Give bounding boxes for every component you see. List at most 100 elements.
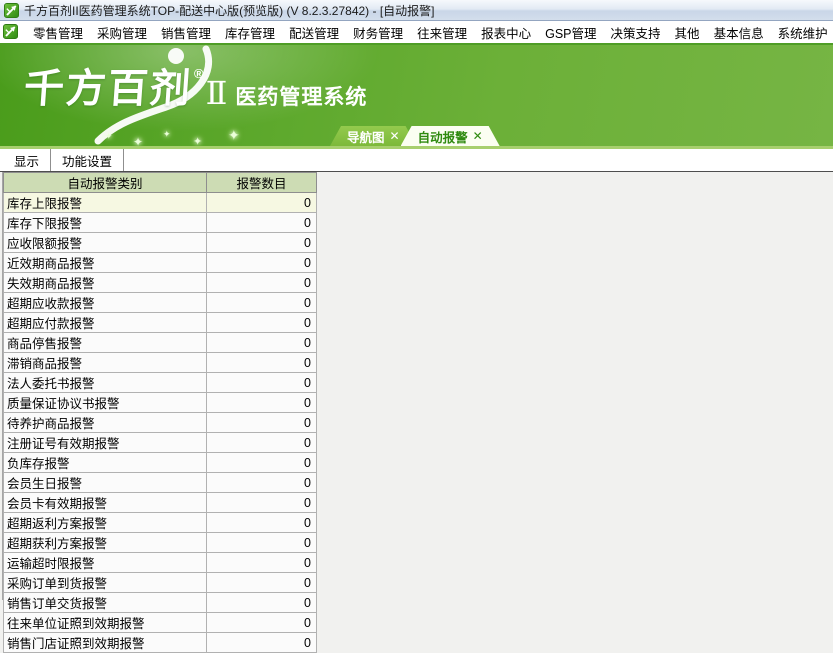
table-row[interactable]: 商品停售报警0 (4, 333, 317, 353)
alarm-count-cell[interactable]: 0 (207, 453, 317, 473)
close-icon[interactable]: ✕ (473, 129, 483, 143)
table-row[interactable]: 超期应收款报警0 (4, 293, 317, 313)
alarm-category-cell[interactable]: 超期应付款报警 (4, 313, 207, 333)
alarm-count-cell[interactable]: 0 (207, 553, 317, 573)
alarm-category-cell[interactable]: 往来单位证照到效期报警 (4, 613, 207, 633)
table-row[interactable]: 销售订单交货报警0 (4, 593, 317, 613)
menu-item-销售管理[interactable]: 销售管理 (154, 21, 218, 44)
menu-item-配送管理[interactable]: 配送管理 (282, 21, 346, 44)
menu-item-报表中心[interactable]: 报表中心 (474, 21, 538, 44)
table-row[interactable]: 法人委托书报警0 (4, 373, 317, 393)
menu-item-采购管理[interactable]: 采购管理 (90, 21, 154, 44)
menu-app-logo-icon[interactable] (3, 24, 20, 41)
app-logo: 千方百剂 ® Ⅱ 医药管理系统 (24, 69, 367, 109)
alarm-count-cell[interactable]: 0 (207, 213, 317, 233)
alarm-count-cell[interactable]: 0 (207, 273, 317, 293)
menu-item-GSP管理[interactable]: GSP管理 (538, 21, 603, 44)
menu-item-库存管理[interactable]: 库存管理 (218, 21, 282, 44)
close-icon[interactable]: ✕ (390, 129, 400, 143)
alarm-count-cell[interactable]: 0 (207, 613, 317, 633)
alarm-count-cell[interactable]: 0 (207, 473, 317, 493)
table-row[interactable]: 会员生日报警0 (4, 473, 317, 493)
table-row[interactable]: 超期应付款报警0 (4, 313, 317, 333)
alarm-category-cell[interactable]: 会员卡有效期报警 (4, 493, 207, 513)
table-row[interactable]: 注册证号有效期报警0 (4, 433, 317, 453)
table-row[interactable]: 待养护商品报警0 (4, 413, 317, 433)
alarm-count-cell[interactable]: 0 (207, 253, 317, 273)
alarm-category-cell[interactable]: 超期应收款报警 (4, 293, 207, 313)
alarm-category-cell[interactable]: 失效期商品报警 (4, 273, 207, 293)
alarm-category-cell[interactable]: 应收限额报警 (4, 233, 207, 253)
alarm-count-cell[interactable]: 0 (207, 233, 317, 253)
alarm-count-cell[interactable]: 0 (207, 373, 317, 393)
table-row[interactable]: 往来单位证照到效期报警0 (4, 613, 317, 633)
alarm-count-cell[interactable]: 0 (207, 513, 317, 533)
alarm-category-cell[interactable]: 超期获利方案报警 (4, 533, 207, 553)
alarm-category-cell[interactable]: 待养护商品报警 (4, 413, 207, 433)
panel-tab-strip: 显示功能设置 (0, 149, 833, 171)
alarm-category-cell[interactable]: 质量保证协议书报警 (4, 393, 207, 413)
column-header-报警数目: 报警数目 (207, 173, 317, 193)
doc-tab-自动报警[interactable]: 自动报警 ✕ (401, 126, 500, 146)
table-row[interactable]: 应收限额报警0 (4, 233, 317, 253)
table-row[interactable]: 负库存报警0 (4, 453, 317, 473)
menu-item-财务管理[interactable]: 财务管理 (346, 21, 410, 44)
table-row[interactable]: 销售门店证照到效期报警0 (4, 633, 317, 653)
alarm-category-cell[interactable]: 库存上限报警 (4, 193, 207, 213)
menu-item-基本信息[interactable]: 基本信息 (707, 21, 771, 44)
table-row[interactable]: 库存上限报警0 (4, 193, 317, 213)
table-header-row: 自动报警类别报警数目 (4, 173, 317, 193)
table-row[interactable]: 库存下限报警0 (4, 213, 317, 233)
alarm-category-cell[interactable]: 超期返利方案报警 (4, 513, 207, 533)
table-row[interactable]: 超期返利方案报警0 (4, 513, 317, 533)
registered-trademark-icon: ® (194, 66, 204, 81)
alarm-count-cell[interactable]: 0 (207, 533, 317, 553)
sparkle-icon: ✦ (133, 135, 143, 149)
menu-item-其他[interactable]: 其他 (668, 21, 707, 44)
alarm-count-cell[interactable]: 0 (207, 593, 317, 613)
alarm-count-cell[interactable]: 0 (207, 293, 317, 313)
table-row[interactable]: 超期获利方案报警0 (4, 533, 317, 553)
menu-item-系统维护[interactable]: 系统维护 (771, 21, 833, 44)
panel-tab-显示[interactable]: 显示 (3, 149, 51, 171)
table-row[interactable]: 采购订单到货报警0 (4, 573, 317, 593)
alarm-count-cell[interactable]: 0 (207, 353, 317, 373)
menu-item-决策支持[interactable]: 决策支持 (604, 21, 668, 44)
doc-tab-label: 导航图 (347, 127, 385, 146)
alarm-category-cell[interactable]: 负库存报警 (4, 453, 207, 473)
alarm-count-cell[interactable]: 0 (207, 493, 317, 513)
table-row[interactable]: 近效期商品报警0 (4, 253, 317, 273)
alarm-category-cell[interactable]: 滞销商品报警 (4, 353, 207, 373)
document-tab-strip: 导航图 ✕ 自动报警 ✕ (338, 126, 492, 146)
table-row[interactable]: 会员卡有效期报警0 (4, 493, 317, 513)
application-window: { "window": { "title": "千方百剂II医药管理系统TOP-… (0, 0, 833, 598)
alarm-count-cell[interactable]: 0 (207, 573, 317, 593)
alarm-category-cell[interactable]: 库存下限报警 (4, 213, 207, 233)
alarm-count-cell[interactable]: 0 (207, 193, 317, 213)
alarm-category-cell[interactable]: 销售订单交货报警 (4, 593, 207, 613)
table-row[interactable]: 运输超时限报警0 (4, 553, 317, 573)
doc-tab-label: 自动报警 (418, 127, 468, 146)
table-row[interactable]: 质量保证协议书报警0 (4, 393, 317, 413)
alarm-count-cell[interactable]: 0 (207, 633, 317, 653)
alarm-category-cell[interactable]: 运输超时限报警 (4, 553, 207, 573)
alarm-category-cell[interactable]: 注册证号有效期报警 (4, 433, 207, 453)
table-row[interactable]: 失效期商品报警0 (4, 273, 317, 293)
alarm-category-cell[interactable]: 近效期商品报警 (4, 253, 207, 273)
logo-numeral: Ⅱ (206, 77, 228, 109)
alarm-category-cell[interactable]: 法人委托书报警 (4, 373, 207, 393)
logo-main-text: 千方百剂 (23, 69, 194, 109)
panel-tab-功能设置[interactable]: 功能设置 (51, 149, 124, 171)
menu-item-往来管理[interactable]: 往来管理 (410, 21, 474, 44)
table-row[interactable]: 滞销商品报警0 (4, 353, 317, 373)
alarm-category-cell[interactable]: 商品停售报警 (4, 333, 207, 353)
alarm-count-cell[interactable]: 0 (207, 393, 317, 413)
alarm-category-cell[interactable]: 会员生日报警 (4, 473, 207, 493)
alarm-count-cell[interactable]: 0 (207, 313, 317, 333)
alarm-count-cell[interactable]: 0 (207, 413, 317, 433)
alarm-category-cell[interactable]: 销售门店证照到效期报警 (4, 633, 207, 653)
menu-item-零售管理[interactable]: 零售管理 (26, 21, 90, 44)
alarm-count-cell[interactable]: 0 (207, 333, 317, 353)
alarm-count-cell[interactable]: 0 (207, 433, 317, 453)
alarm-category-cell[interactable]: 采购订单到货报警 (4, 573, 207, 593)
